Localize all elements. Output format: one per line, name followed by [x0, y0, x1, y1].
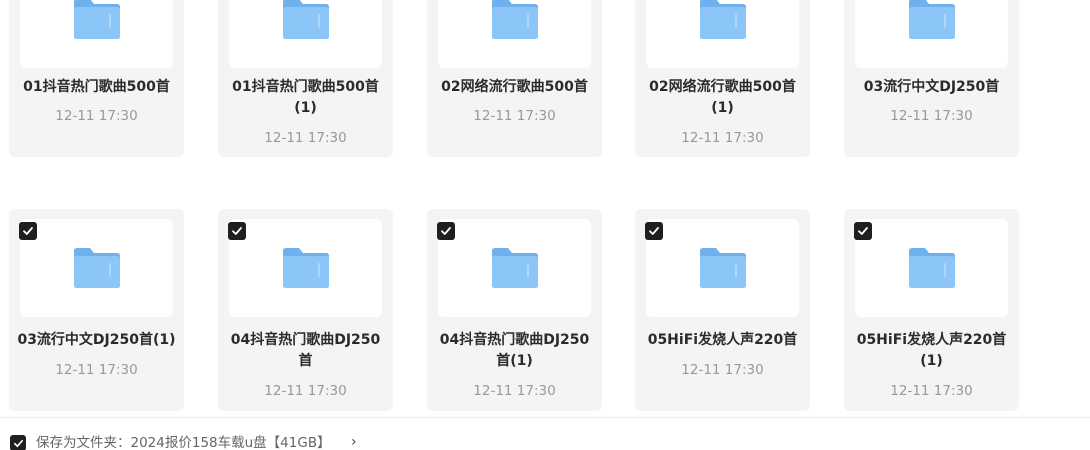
folder-date: 12-11 17:30: [890, 383, 973, 399]
folder-date: 12-11 17:30: [473, 383, 556, 399]
folder-thumbnail[interactable]: [229, 0, 382, 68]
file-grid: 01抖音热门歌曲500首 12-11 17:30 01抖音热门歌曲500首 (1)…: [0, 0, 1090, 450]
folder-thumbnail[interactable]: [855, 219, 1008, 317]
folder-thumbnail[interactable]: [855, 0, 1008, 68]
folder-date: 12-11 17:30: [55, 362, 138, 378]
folder-icon: [74, 248, 120, 288]
folder-card[interactable]: 03流行中文DJ250首(1) 12-11 17:30: [9, 209, 184, 411]
folder-card[interactable]: 02网络流行歌曲500首 12-11 17:30: [427, 0, 602, 157]
save-as-folder-bar: 保存为文件夹：2024报价158车载u盘【41GB】 ›: [0, 417, 1090, 450]
folder-name[interactable]: 02网络流行歌曲500首: [433, 77, 596, 98]
folder-date: 12-11 17:30: [681, 362, 764, 378]
checkmark-icon: [649, 227, 659, 235]
folder-icon: [700, 0, 746, 39]
folder-name[interactable]: 03流行中文DJ250首(1): [15, 330, 178, 351]
folder-card[interactable]: 02网络流行歌曲500首 (1) 12-11 17:30: [635, 0, 810, 157]
select-checkbox[interactable]: [645, 222, 663, 240]
folder-name[interactable]: 01抖音热门歌曲500首: [15, 77, 178, 98]
checkmark-icon: [441, 227, 451, 235]
save-as-folder-checkbox[interactable]: [10, 435, 26, 450]
checkmark-icon: [13, 439, 23, 447]
chevron-right-icon[interactable]: ›: [351, 433, 357, 450]
select-checkbox[interactable]: [228, 222, 246, 240]
save-as-folder-label[interactable]: 保存为文件夹：2024报价158车载u盘【41GB】: [36, 434, 331, 450]
select-checkbox[interactable]: [437, 222, 455, 240]
folder-thumbnail[interactable]: [646, 0, 799, 68]
folder-thumbnail[interactable]: [229, 219, 382, 317]
folder-thumbnail[interactable]: [438, 219, 591, 317]
folder-icon: [283, 248, 329, 288]
select-checkbox[interactable]: [854, 222, 872, 240]
folder-name[interactable]: 01抖音热门歌曲500首 (1): [224, 77, 387, 119]
folder-name[interactable]: 03流行中文DJ250首: [850, 77, 1013, 98]
folder-card[interactable]: 01抖音热门歌曲500首 (1) 12-11 17:30: [218, 0, 393, 157]
folder-icon: [283, 0, 329, 39]
folder-name[interactable]: 05HiFi发烧人声220首: [641, 330, 804, 351]
folder-icon: [492, 0, 538, 39]
folder-icon: [74, 0, 120, 39]
folder-date: 12-11 17:30: [264, 130, 347, 146]
folder-date: 12-11 17:30: [55, 108, 138, 124]
folder-card[interactable]: 04抖音热门歌曲DJ250 首(1) 12-11 17:30: [427, 209, 602, 411]
folder-date: 12-11 17:30: [473, 108, 556, 124]
folder-icon: [492, 248, 538, 288]
folder-name[interactable]: 04抖音热门歌曲DJ250 首(1): [433, 330, 596, 372]
folder-thumbnail[interactable]: [646, 219, 799, 317]
folder-card[interactable]: 04抖音热门歌曲DJ250 首 12-11 17:30: [218, 209, 393, 411]
folder-icon: [700, 248, 746, 288]
folder-card[interactable]: 01抖音热门歌曲500首 12-11 17:30: [9, 0, 184, 157]
folder-card[interactable]: 05HiFi发烧人声220首 (1) 12-11 17:30: [844, 209, 1019, 411]
folder-date: 12-11 17:30: [264, 383, 347, 399]
select-checkbox[interactable]: [19, 222, 37, 240]
folder-card[interactable]: 03流行中文DJ250首 12-11 17:30: [844, 0, 1019, 157]
folder-date: 12-11 17:30: [681, 130, 764, 146]
folder-name[interactable]: 04抖音热门歌曲DJ250 首: [224, 330, 387, 372]
folder-thumbnail[interactable]: [20, 0, 173, 68]
checkmark-icon: [858, 227, 868, 235]
checkmark-icon: [23, 227, 33, 235]
folder-icon: [909, 0, 955, 39]
folder-date: 12-11 17:30: [890, 108, 973, 124]
folder-thumbnail[interactable]: [20, 219, 173, 317]
folder-icon: [909, 248, 955, 288]
folder-card[interactable]: 05HiFi发烧人声220首 12-11 17:30: [635, 209, 810, 411]
folder-thumbnail[interactable]: [438, 0, 591, 68]
folder-name[interactable]: 02网络流行歌曲500首 (1): [641, 77, 804, 119]
checkmark-icon: [232, 227, 242, 235]
folder-name[interactable]: 05HiFi发烧人声220首 (1): [850, 330, 1013, 372]
